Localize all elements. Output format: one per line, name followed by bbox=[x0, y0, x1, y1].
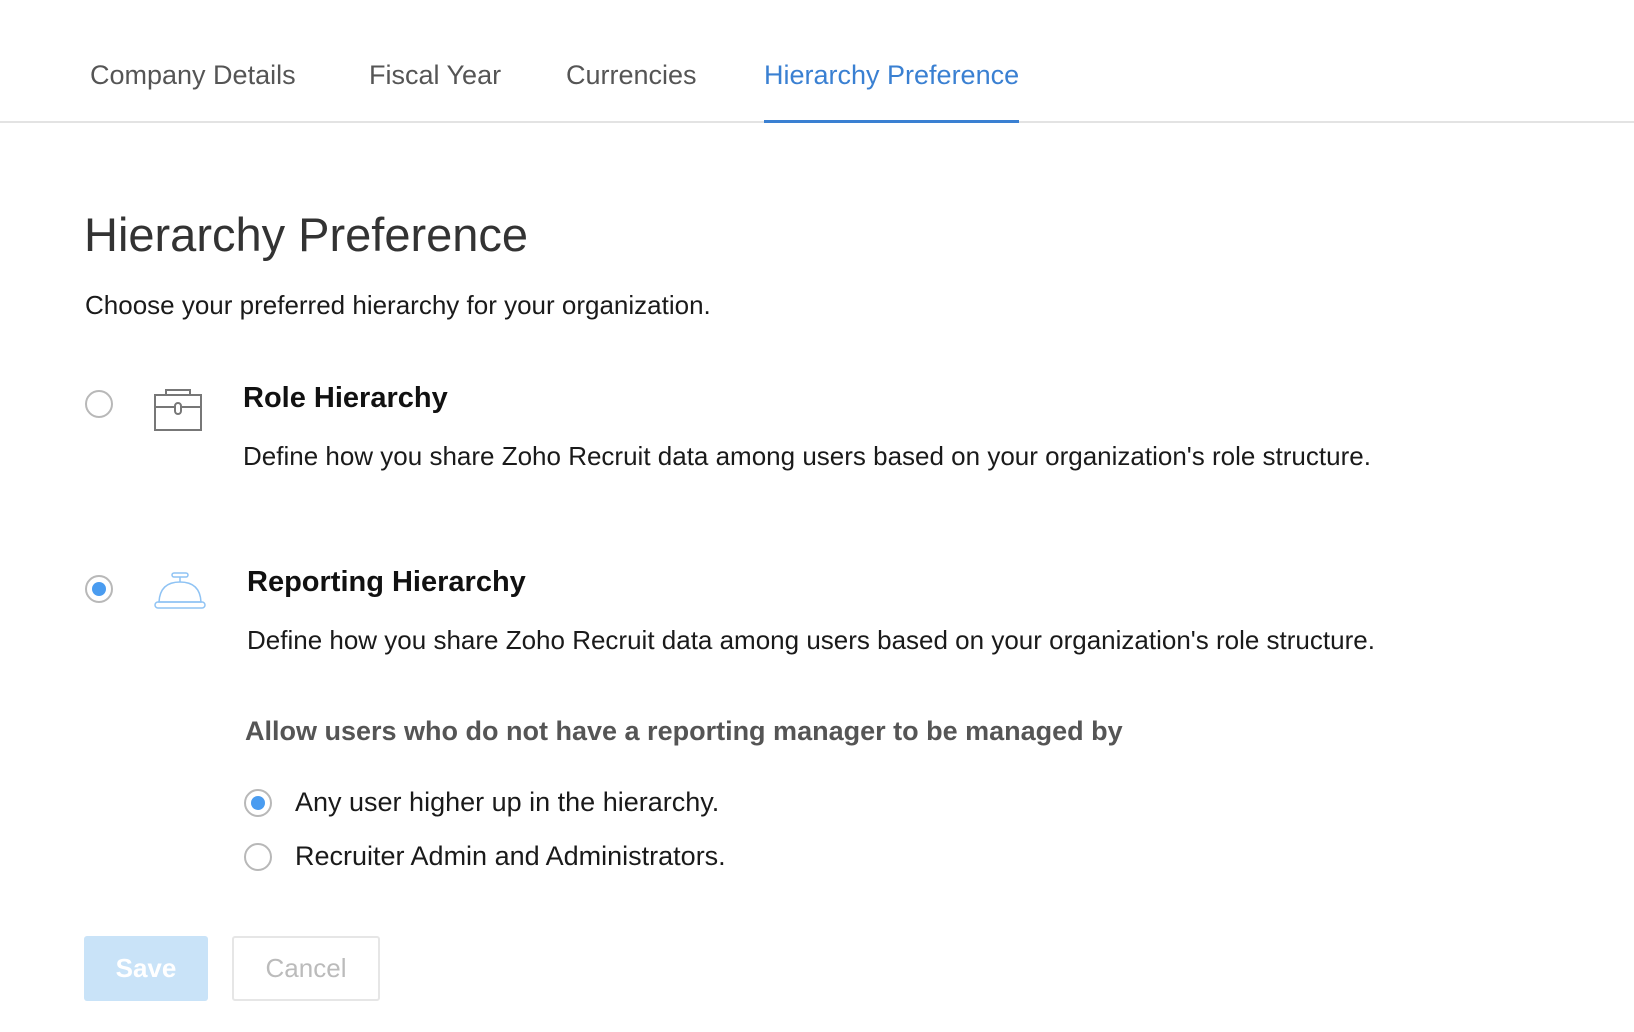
any-user-higher-label[interactable]: Any user higher up in the hierarchy. bbox=[295, 787, 719, 818]
settings-tabs: Company Details Fiscal Year Currencies H… bbox=[0, 0, 1634, 123]
recruiter-admin-radio[interactable] bbox=[244, 843, 272, 871]
role-hierarchy-radio[interactable] bbox=[85, 390, 113, 418]
bell-icon bbox=[154, 572, 206, 615]
reporting-hierarchy-title: Reporting Hierarchy bbox=[247, 566, 526, 598]
save-button[interactable]: Save bbox=[84, 936, 208, 1001]
briefcase-icon bbox=[153, 388, 203, 437]
recruiter-admin-label[interactable]: Recruiter Admin and Administrators. bbox=[295, 841, 726, 872]
managed-by-label: Allow users who do not have a reporting … bbox=[245, 716, 1123, 746]
reporting-hierarchy-description: Define how you share Zoho Recruit data a… bbox=[247, 625, 1375, 655]
tab-hierarchy-preference[interactable]: Hierarchy Preference bbox=[764, 60, 1020, 123]
page-title: Hierarchy Preference bbox=[84, 208, 529, 261]
reporting-hierarchy-radio[interactable] bbox=[85, 575, 113, 603]
cancel-button[interactable]: Cancel bbox=[232, 936, 380, 1001]
role-hierarchy-description: Define how you share Zoho Recruit data a… bbox=[243, 441, 1371, 471]
any-user-higher-radio[interactable] bbox=[244, 789, 272, 817]
tab-fiscal-year[interactable]: Fiscal Year bbox=[369, 60, 501, 123]
tab-currencies[interactable]: Currencies bbox=[566, 60, 697, 123]
tab-company-details[interactable]: Company Details bbox=[90, 60, 296, 123]
page-subtitle: Choose your preferred hierarchy for your… bbox=[85, 290, 711, 320]
role-hierarchy-title: Role Hierarchy bbox=[243, 382, 448, 414]
